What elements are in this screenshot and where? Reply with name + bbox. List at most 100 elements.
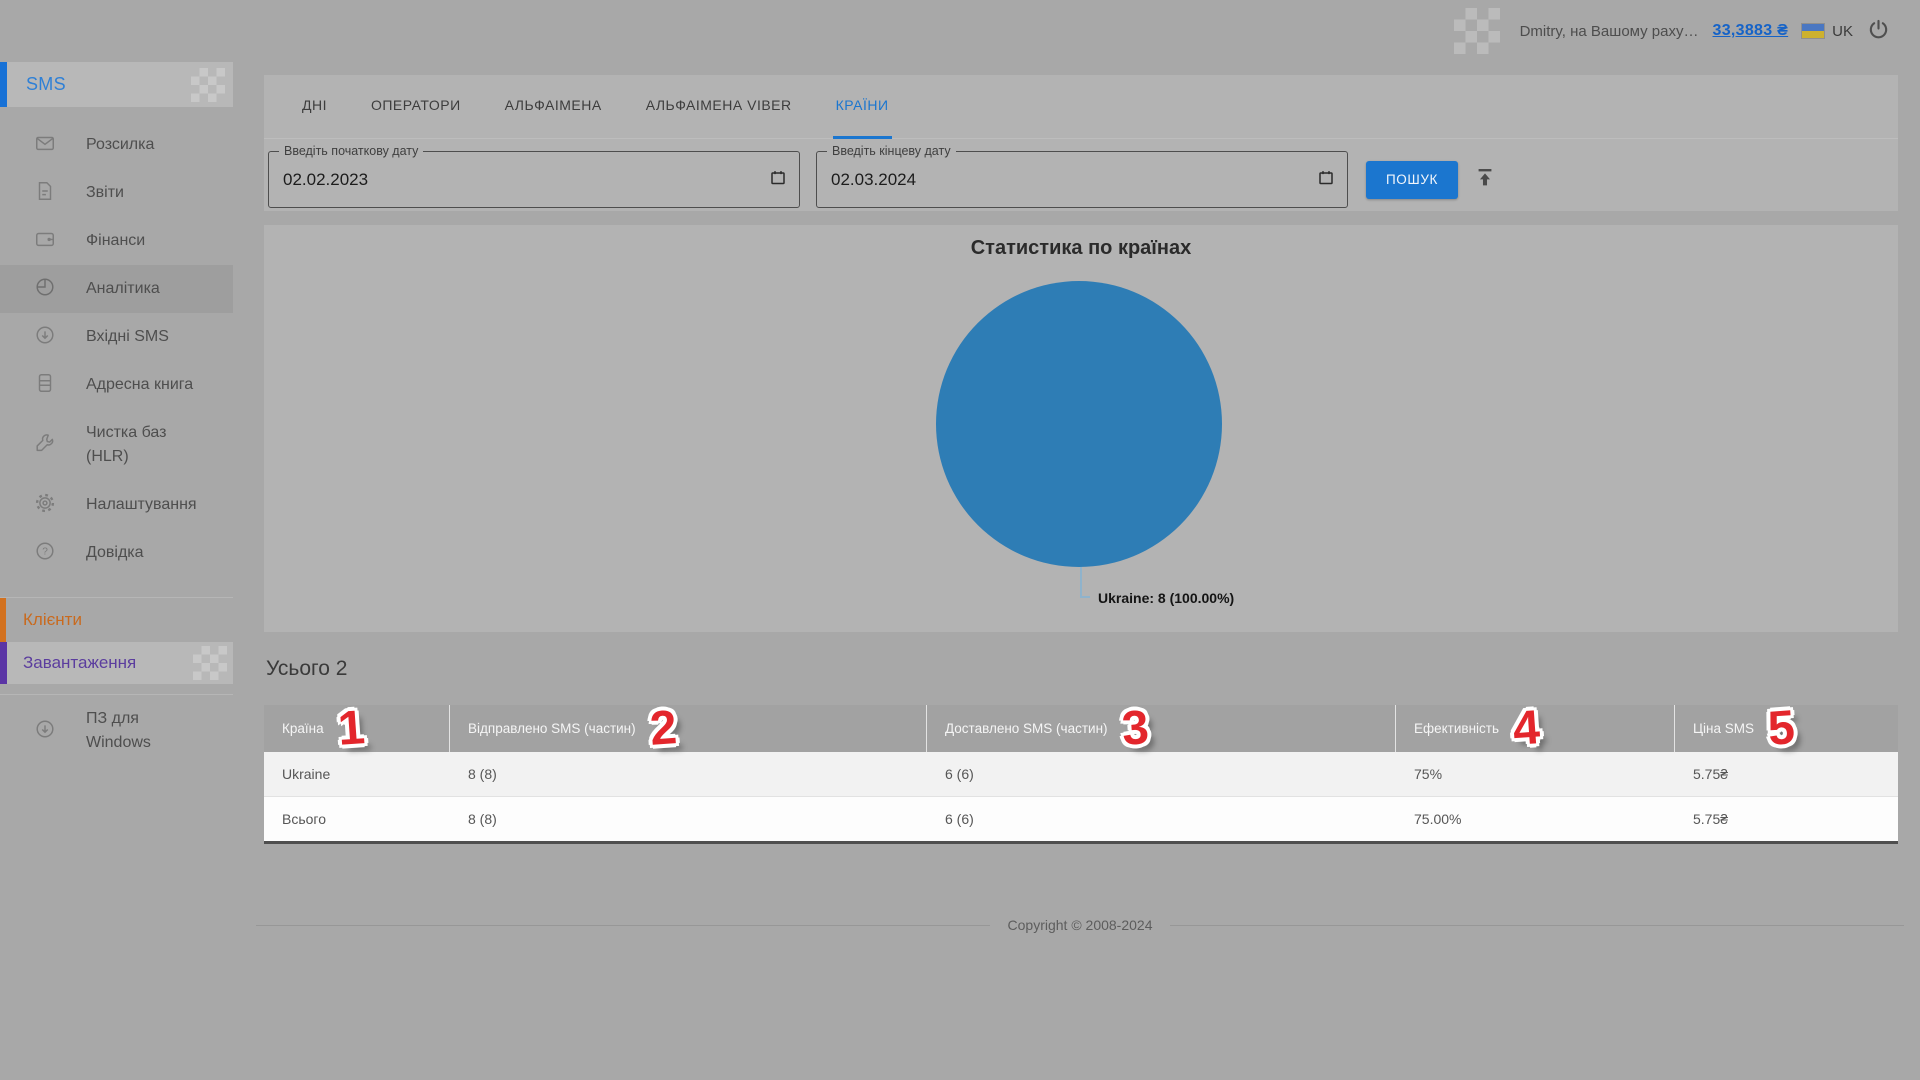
sidebar-item-zvity[interactable]: Звіти (0, 169, 233, 217)
cell-price: 5.75₴ (1675, 752, 1898, 796)
wallet-icon (34, 228, 56, 255)
end-date-input[interactable]: Введіть кінцеву дату 02.03.2024 (816, 151, 1348, 208)
table-header-row: Країна 1 Відправлено SMS (частин) 2 Дост… (264, 705, 1898, 752)
column-header-sent: Відправлено SMS (частин) 2 (450, 705, 927, 752)
pie-chart-icon (34, 276, 56, 303)
svg-text:?: ? (42, 546, 48, 557)
inbox-download-icon (34, 324, 56, 351)
cell-sent: 8 (8) (450, 797, 927, 841)
sidebar-item-nalashtuvannia[interactable]: Налаштування (0, 481, 233, 529)
sidebar-item-finansy[interactable]: Фінанси (0, 217, 233, 265)
logout-button[interactable] (1867, 18, 1890, 44)
help-icon: ? (34, 540, 56, 567)
filters-card: ДНІ ОПЕРАТОРИ АЛЬФАІМЕНА АЛЬФАІМЕНА VIBE… (264, 75, 1898, 211)
cell-delivered: 6 (6) (927, 752, 1396, 796)
cell-efficiency: 75.00% (1396, 797, 1675, 841)
sidebar-item-label: ПЗ для Windows (86, 707, 204, 755)
cell-country: Всього (264, 797, 450, 841)
calendar-icon[interactable] (769, 168, 787, 191)
sidebar-item-vhidni-sms[interactable]: Вхідні SMS (0, 313, 233, 361)
sidebar-item-clients[interactable]: Клієнти (0, 598, 233, 642)
sidebar-item-label: Розсилка (86, 133, 204, 157)
column-header-country: Країна 1 (264, 705, 450, 752)
search-button[interactable]: ПОШУК (1366, 161, 1458, 199)
sidebar-item-label: Аналітика (86, 277, 204, 301)
cell-sent: 8 (8) (450, 752, 927, 796)
sidebar-item-label: Фінанси (86, 229, 204, 253)
sidebar-item-label: Чистка баз (HLR) (86, 421, 204, 469)
sidebar-item-windows-app[interactable]: ПЗ для Windows (0, 695, 233, 767)
sidebar: SMS Розсилка Звіти Фінанси (0, 0, 233, 1080)
sidebar-item-label: Звіти (86, 181, 204, 205)
column-label: Доставлено SMS (частин) (945, 721, 1108, 736)
report-icon (34, 180, 56, 207)
sidebar-item-label: Адресна книга (86, 373, 204, 397)
column-label: Ціна SMS (1693, 721, 1754, 736)
chart-title: Статистика по країнах (264, 225, 1898, 260)
download-icon (34, 718, 56, 745)
export-button[interactable] (1474, 167, 1496, 192)
sidebar-item-analityka[interactable]: Аналітика (0, 265, 233, 313)
gear-icon (34, 492, 56, 519)
cell-delivered: 6 (6) (927, 797, 1396, 841)
tab-alfaimena-viber[interactable]: АЛЬФАІМЕНА VIBER (643, 75, 795, 139)
sidebar-menu: Розсилка Звіти Фінанси Аналітика (0, 121, 233, 767)
total-count-label: Усього 2 (266, 657, 347, 681)
annotation-3: 3 (1120, 709, 1149, 749)
column-label: Відправлено SMS (частин) (468, 721, 636, 736)
column-header-delivered: Доставлено SMS (частин) 3 (927, 705, 1396, 752)
pie-slice-ukraine[interactable] (936, 281, 1222, 567)
column-header-efficiency: Ефективність 4 (1396, 705, 1675, 752)
sidebar-item-label: Налаштування (86, 493, 204, 517)
annotation-2: 2 (648, 709, 677, 749)
end-date-label: Введіть кінцеву дату (827, 144, 956, 158)
column-header-price: Ціна SMS 5 (1675, 705, 1898, 752)
end-date-value: 02.03.2024 (831, 170, 916, 190)
brand-label: SMS (26, 74, 66, 95)
sidebar-item-label: Вхідні SMS (86, 325, 204, 349)
sidebar-item-label: Клієнти (23, 610, 82, 630)
tab-dni[interactable]: ДНІ (299, 75, 330, 139)
countries-table: Країна 1 Відправлено SMS (частин) 2 Дост… (264, 705, 1898, 844)
table-row-ukraine: Ukraine 8 (8) 6 (6) 75% 5.75₴ (264, 752, 1898, 797)
column-label: Ефективність (1414, 721, 1499, 736)
annotation-4: 4 (1512, 709, 1541, 749)
pixel-decoration (193, 646, 227, 680)
annotation-1: 1 (336, 709, 365, 749)
language-selector[interactable]: UK (1832, 23, 1853, 40)
sidebar-item-adresna-knyha[interactable]: Адресна книга (0, 361, 233, 409)
footer: Copyright © 2008-2024 (256, 912, 1904, 938)
analytics-tabs: ДНІ ОПЕРАТОРИ АЛЬФАІМЕНА АЛЬФАІМЕНА VIBE… (264, 75, 1898, 139)
start-date-input[interactable]: Введіть початкову дату 02.02.2023 (268, 151, 800, 208)
tab-operatory[interactable]: ОПЕРАТОРИ (368, 75, 464, 139)
top-bar: Dmitry, на Вашому раху… 33,3883 ₴ UK (0, 0, 1920, 62)
mail-icon (34, 132, 56, 159)
calendar-icon[interactable] (1317, 168, 1335, 191)
sidebar-item-downloads[interactable]: Завантаження (0, 642, 233, 684)
cell-price: 5.75₴ (1675, 797, 1898, 841)
wrench-icon (34, 432, 56, 459)
cell-country: Ukraine (264, 752, 450, 796)
sidebar-windows-section: ПЗ для Windows (0, 694, 233, 767)
table-row-total: Всього 8 (8) 6 (6) 75.00% 5.75₴ (264, 797, 1898, 841)
start-date-label: Введіть початкову дату (279, 144, 423, 158)
user-balance-label: Dmitry, на Вашому раху… (1520, 23, 1699, 40)
balance-link[interactable]: 33,3883 ₴ (1713, 22, 1789, 40)
start-date-value: 02.02.2023 (283, 170, 368, 190)
sidebar-item-label: Довідка (86, 541, 204, 565)
sidebar-item-rozsylka[interactable]: Розсилка (0, 121, 233, 169)
annotation-5: 5 (1767, 709, 1796, 749)
upload-icon (1474, 167, 1496, 192)
sidebar-item-chystka-baz-hlr[interactable]: Чистка баз (HLR) (0, 409, 233, 481)
tab-alfaimena[interactable]: АЛЬФАІМЕНА (502, 75, 605, 139)
sidebar-brand-sms[interactable]: SMS (0, 62, 233, 107)
date-filters: Введіть початкову дату 02.02.2023 Введіт… (264, 151, 1898, 208)
address-book-icon (34, 372, 56, 399)
cell-efficiency: 75% (1396, 752, 1675, 796)
pixel-decoration (191, 68, 225, 102)
pie-leader-line (1080, 567, 1090, 598)
chart-card: Статистика по країнах Ukraine: 8 (100.00… (264, 225, 1898, 632)
tab-krainy[interactable]: КРАЇНИ (833, 75, 892, 139)
sidebar-item-dovidka[interactable]: ? Довідка (0, 529, 233, 577)
copyright-text: Copyright © 2008-2024 (1008, 917, 1153, 933)
